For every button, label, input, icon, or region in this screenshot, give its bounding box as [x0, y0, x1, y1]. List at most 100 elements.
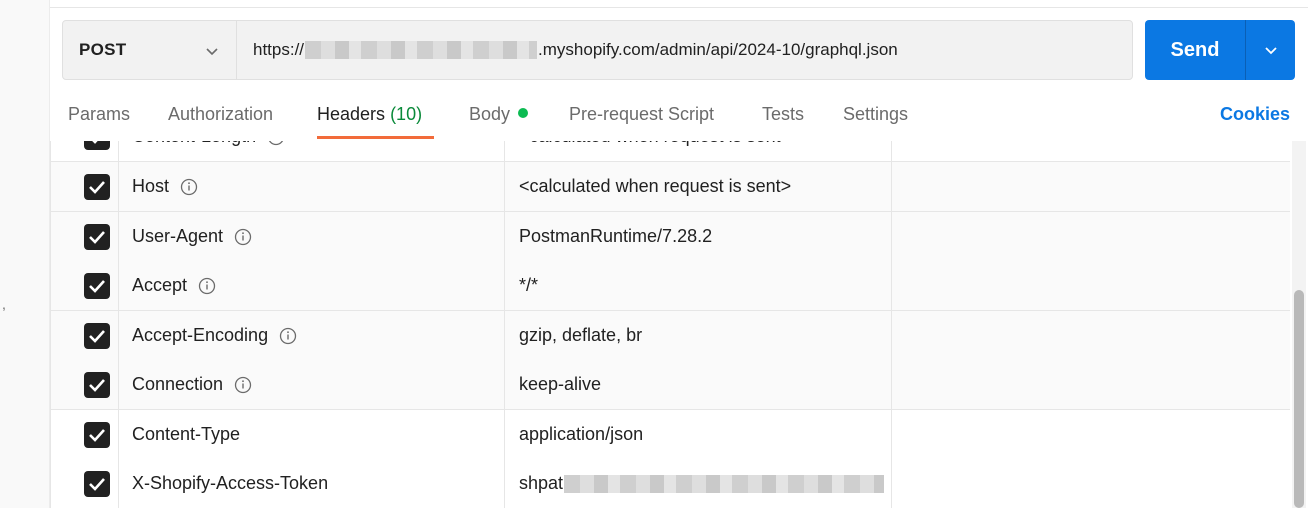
header-value[interactable]: shpat [505, 459, 892, 508]
checkmark-icon [89, 429, 105, 442]
header-value[interactable]: application/json [505, 410, 892, 459]
checkmark-icon [89, 379, 105, 392]
header-key[interactable]: Content-Length [119, 141, 505, 161]
tab-body[interactable]: Body [469, 104, 529, 125]
header-key-text: X-Shopify-Access-Token [132, 473, 329, 493]
info-icon[interactable] [198, 277, 216, 295]
info-icon[interactable] [234, 376, 252, 394]
header-description[interactable] [892, 261, 1290, 310]
info-icon[interactable] [267, 141, 285, 146]
header-key[interactable]: Host [119, 162, 505, 211]
header-key-text: Accept [132, 275, 188, 295]
header-description[interactable] [892, 162, 1290, 211]
checkmark-icon [89, 280, 105, 293]
send-button[interactable]: Send [1145, 20, 1246, 80]
checkmark-icon [89, 231, 105, 244]
info-icon[interactable] [234, 228, 252, 246]
tab-authorization[interactable]: Authorization [168, 104, 273, 125]
header-description[interactable] [892, 311, 1290, 360]
check-cell [51, 141, 119, 161]
header-key[interactable]: Accept-Encoding [119, 311, 505, 360]
tab-headers-count: (10) [390, 104, 423, 124]
header-checkbox[interactable] [84, 422, 110, 448]
header-key-text: Content-Type [132, 424, 241, 444]
check-cell [51, 261, 119, 310]
send-options-dropdown[interactable] [1246, 20, 1295, 80]
header-key[interactable]: Accept [119, 261, 505, 310]
check-cell [51, 162, 119, 211]
header-checkbox[interactable] [84, 174, 110, 200]
header-checkbox[interactable] [84, 141, 110, 150]
header-description[interactable] [892, 141, 1290, 161]
redacted-token [564, 474, 885, 493]
active-tab-underline [317, 136, 434, 139]
check-cell [51, 410, 119, 459]
info-icon[interactable] [180, 178, 198, 196]
header-key[interactable]: Content-Type [119, 410, 505, 459]
tab-headers[interactable]: Headers (10) [317, 104, 422, 125]
cookies-link[interactable]: Cookies [1220, 104, 1290, 125]
check-cell [51, 360, 119, 409]
scrollbar-thumb[interactable] [1294, 290, 1304, 508]
header-value[interactable]: */* [505, 261, 892, 310]
tab-tests[interactable]: Tests [762, 104, 804, 125]
header-checkbox[interactable] [84, 273, 110, 299]
header-description[interactable] [892, 459, 1290, 508]
table-row: Content-Type application/json [51, 410, 1290, 460]
table-row: Accept-Encoding gzip, deflate, br [51, 311, 1290, 361]
header-value[interactable]: <calculated when request is sent> [505, 162, 892, 211]
header-value[interactable]: <calculated when request is sent> [505, 141, 892, 161]
gutter-mark: , [2, 296, 6, 312]
top-divider [50, 7, 1308, 8]
table-row: Content-Length <calculated when request … [51, 141, 1290, 162]
header-value[interactable]: gzip, deflate, br [505, 311, 892, 360]
header-key-text: Connection [132, 374, 224, 394]
info-icon[interactable] [279, 327, 297, 345]
check-cell [51, 212, 119, 261]
header-checkbox[interactable] [84, 323, 110, 349]
table-row: Connection keep-alive [51, 360, 1290, 410]
chevron-down-icon [206, 48, 218, 56]
header-description[interactable] [892, 410, 1290, 459]
header-checkbox[interactable] [84, 372, 110, 398]
body-indicator-dot [518, 108, 529, 118]
request-url-bar: POST https:// .myshopify.com/admin/api/2… [62, 20, 1133, 80]
table-row: Host <calculated when request is sent> [51, 162, 1290, 212]
header-description[interactable] [892, 212, 1290, 261]
method-label: POST [79, 40, 127, 59]
tab-settings[interactable]: Settings [843, 104, 908, 125]
tab-params[interactable]: Params [68, 104, 130, 125]
send-button-group: Send [1145, 20, 1295, 80]
checkmark-icon [89, 181, 105, 194]
tab-headers-label: Headers [317, 104, 386, 124]
left-sidebar-edge: , [0, 0, 50, 508]
chevron-down-icon [1264, 47, 1277, 55]
redacted-store-name [305, 41, 538, 59]
tab-pre-request-script[interactable]: Pre-request Script [569, 104, 714, 125]
tab-body-label: Body [469, 104, 511, 124]
check-cell [51, 459, 119, 508]
check-cell [51, 311, 119, 360]
checkmark-icon [89, 330, 105, 343]
url-input[interactable]: https:// .myshopify.com/admin/api/2024-1… [237, 40, 898, 60]
header-value[interactable]: PostmanRuntime/7.28.2 [505, 212, 892, 261]
checkmark-icon [89, 478, 105, 491]
header-key[interactable]: User-Agent [119, 212, 505, 261]
headers-table: Content-Length <calculated when request … [50, 141, 1290, 508]
header-value[interactable]: keep-alive [505, 360, 892, 409]
table-row: X-Shopify-Access-Token shpat [51, 459, 1290, 508]
header-key-text: Content-Length [132, 141, 256, 147]
table-row: User-Agent PostmanRuntime/7.28.2 [51, 212, 1290, 262]
url-suffix: .myshopify.com/admin/api/2024-10/graphql… [538, 40, 898, 59]
table-row: Accept */* [51, 261, 1290, 311]
header-key-text: User-Agent [132, 226, 224, 246]
header-checkbox[interactable] [84, 471, 110, 497]
url-prefix: https:// [253, 40, 305, 59]
header-checkbox[interactable] [84, 224, 110, 250]
header-key[interactable]: Connection [119, 360, 505, 409]
header-description[interactable] [892, 360, 1290, 409]
header-key[interactable]: X-Shopify-Access-Token [119, 459, 505, 508]
method-select[interactable]: POST [63, 21, 237, 79]
request-tabs: Params Authorization Headers (10) Body P… [50, 92, 1308, 140]
header-key-text: Accept-Encoding [132, 325, 269, 345]
